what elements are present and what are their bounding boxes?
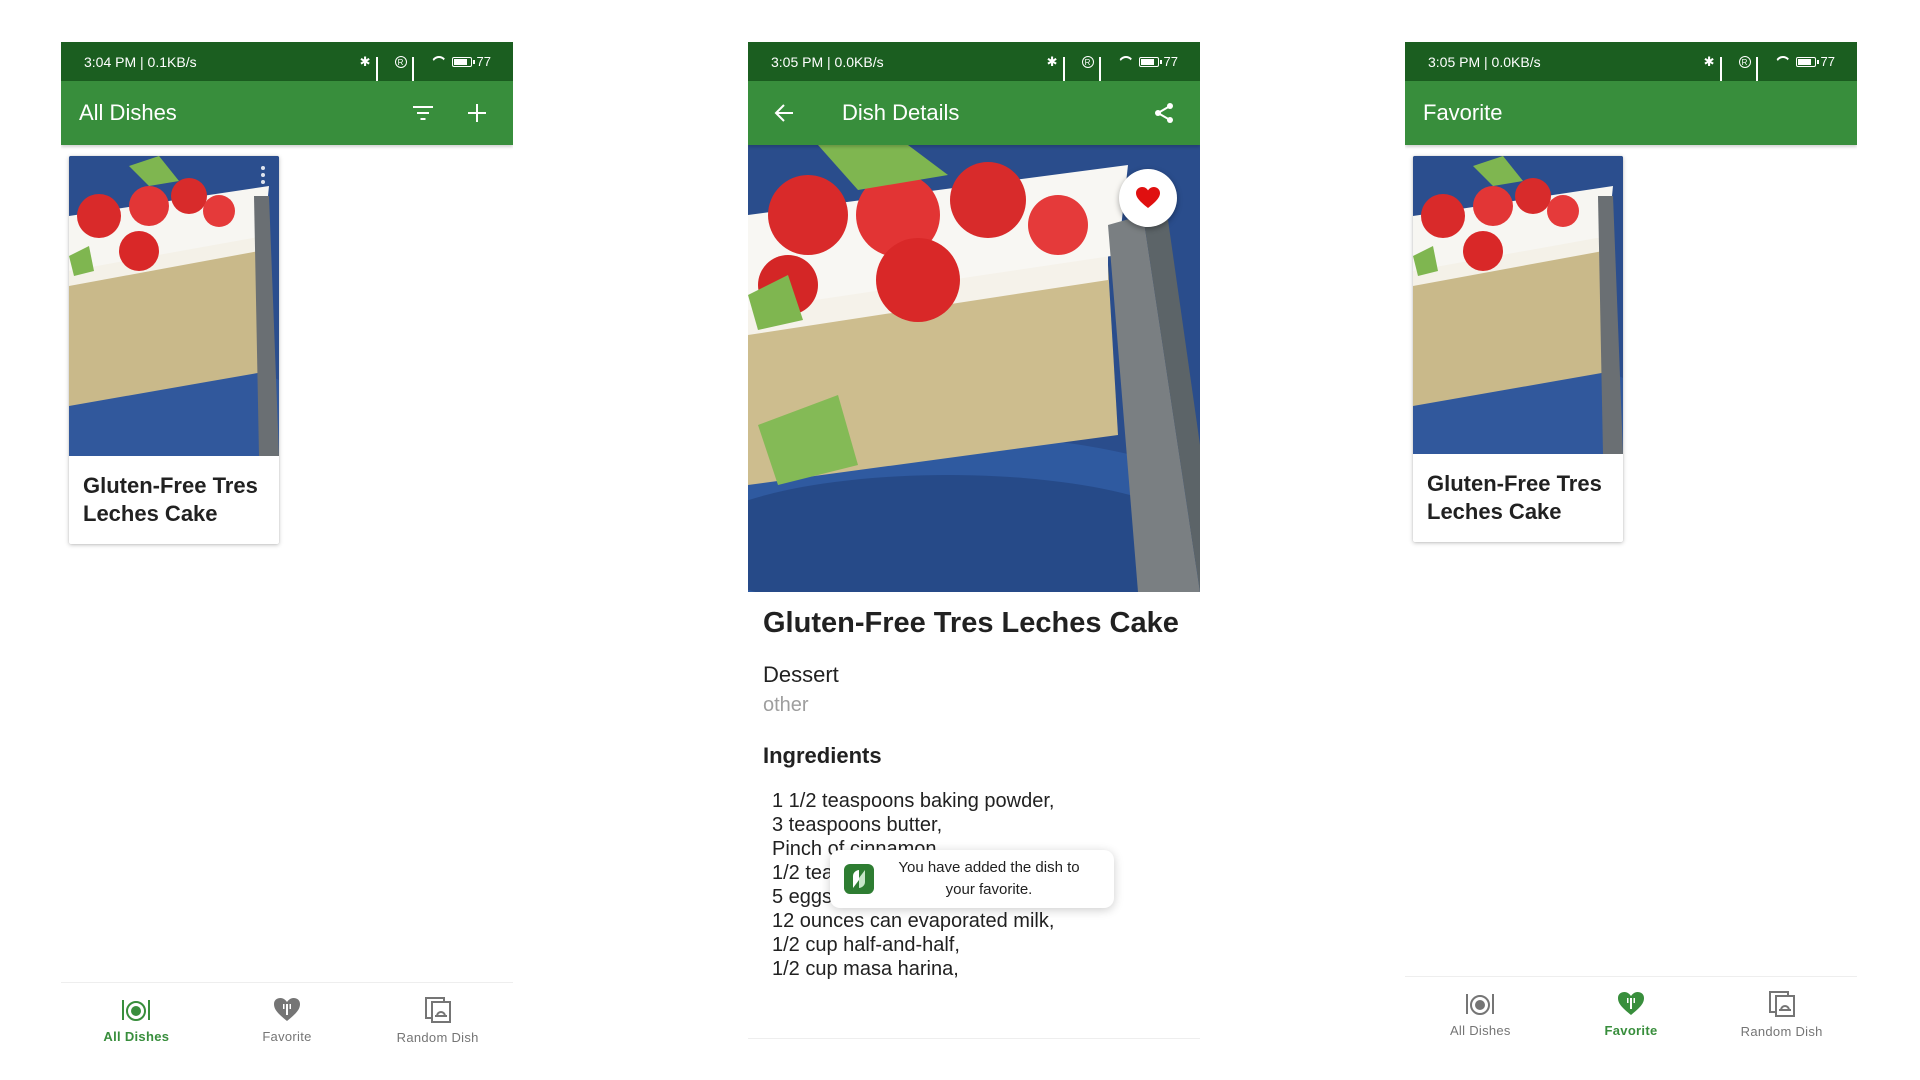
ingredient-line: 12 ounces can evaporated milk,	[772, 910, 1055, 932]
ingredient-line: 1 1/2 teaspoons baking powder,	[772, 790, 1055, 812]
battery-percent: 77	[1163, 54, 1178, 69]
screen-all-dishes: 3:04 PM | 0.1KB/s ✱ R 77 All Dishes Glut…	[61, 42, 513, 1047]
nav-favorite[interactable]: Favorite	[1556, 977, 1707, 1047]
app-bar: All Dishes	[61, 81, 513, 145]
battery-icon	[1138, 56, 1162, 67]
dish-plate-icon	[122, 999, 151, 1021]
ingredients-heading: Ingredients	[763, 743, 882, 768]
status-icons: ✱ R 77	[1046, 53, 1178, 82]
battery-icon	[451, 56, 475, 67]
status-time: 3:05 PM | 0.0KB/s	[1428, 53, 1541, 70]
dish-card-title: Gluten-Free Tres Leches Cake	[1427, 471, 1602, 524]
dish-card[interactable]: Gluten-Free Tres Leches Cake	[1413, 156, 1623, 542]
ingredient-line: 1/2 cup masa harina,	[772, 958, 959, 980]
wifi-icon	[1118, 56, 1134, 67]
signal-icon	[375, 56, 390, 82]
more-options-icon[interactable]	[261, 166, 265, 187]
nav-label-random-dish: Random Dish	[1740, 1023, 1823, 1039]
signal-icon	[411, 56, 426, 82]
nav-random-dish[interactable]: Random Dish	[1706, 977, 1857, 1047]
filter-icon[interactable]	[405, 95, 441, 131]
bluetooth-icon: ✱	[1703, 53, 1715, 69]
roaming-icon: R	[1081, 55, 1094, 68]
app-logo-icon	[844, 864, 874, 894]
status-icons: ✱ R 77	[1703, 53, 1835, 82]
ingredient-line: 3 teaspoons butter,	[772, 814, 943, 836]
dish-image	[1413, 156, 1623, 454]
dish-card[interactable]: Gluten-Free Tres Leches Cake	[69, 156, 279, 544]
nav-all-dishes[interactable]: All Dishes	[1405, 977, 1556, 1047]
nav-all-dishes[interactable]: All Dishes	[61, 983, 212, 1047]
bottom-navigation: All Dishes Favorite Random Dish	[1405, 976, 1857, 1047]
nav-label-all-dishes: All Dishes	[1449, 1022, 1511, 1038]
app-bar: Favorite	[1405, 81, 1857, 145]
nav-favorite[interactable]: Favorite	[212, 983, 363, 1047]
dish-category: other	[763, 694, 809, 716]
wifi-icon	[431, 56, 447, 67]
favorite-heart-icon	[1618, 991, 1644, 1015]
toast-line-1: You have added the dish to	[898, 859, 1080, 876]
page-title: Dish Details	[842, 100, 960, 125]
status-bar: 3:04 PM | 0.1KB/s ✱ R 77	[61, 42, 513, 82]
nav-random-dish[interactable]: Random Dish	[362, 983, 513, 1047]
signal-icon	[1719, 56, 1734, 82]
status-time: 3:04 PM | 0.1KB/s	[84, 53, 197, 70]
nav-label-favorite: Favorite	[262, 1028, 312, 1044]
favorite-heart-icon	[274, 997, 300, 1021]
status-bar: 3:05 PM | 0.0KB/s ✱ R 77	[1405, 42, 1857, 82]
bluetooth-icon: ✱	[359, 53, 371, 69]
dish-title: Gluten-Free Tres Leches Cake	[763, 607, 1179, 639]
nav-label-all-dishes: All Dishes	[103, 1028, 170, 1044]
share-icon[interactable]	[1146, 95, 1182, 131]
signal-icon	[1098, 56, 1113, 82]
battery-percent: 77	[1820, 54, 1835, 69]
roaming-icon: R	[1738, 55, 1751, 68]
signal-icon	[1755, 56, 1770, 82]
dish-type: Dessert	[763, 662, 839, 687]
battery-percent: 77	[476, 54, 491, 69]
battery-icon	[1795, 56, 1819, 67]
status-bar: 3:05 PM | 0.0KB/s ✱ R 77	[748, 42, 1200, 82]
toast-line-2: your favorite.	[945, 881, 1033, 898]
status-time: 3:05 PM | 0.0KB/s	[771, 53, 884, 70]
dish-card-title: Gluten-Free Tres Leches Cake	[83, 473, 258, 526]
bottom-navigation: All Dishes Favorite Random Dish	[61, 982, 513, 1047]
dish-image	[748, 145, 1200, 592]
heart-filled-icon	[1136, 187, 1160, 208]
bluetooth-icon: ✱	[1046, 53, 1058, 69]
ingredient-line: 1/2 cup half-and-half,	[772, 934, 960, 956]
back-arrow-icon[interactable]	[766, 95, 802, 131]
bottom-divider	[748, 1038, 1200, 1039]
status-icons: ✱ R 77	[359, 53, 491, 82]
random-dish-icon	[1768, 990, 1795, 1017]
toast-text: You have added the dish to your favorite…	[874, 857, 1104, 901]
app-bar: Dish Details	[748, 81, 1200, 145]
dish-image	[69, 156, 279, 456]
roaming-icon: R	[394, 55, 407, 68]
toast-message: You have added the dish to your favorite…	[830, 850, 1114, 908]
favorite-toggle-button[interactable]	[1119, 169, 1177, 227]
page-title: Favorite	[1423, 100, 1503, 125]
nav-label-favorite: Favorite	[1604, 1022, 1658, 1038]
add-icon[interactable]	[459, 95, 495, 131]
dish-plate-icon	[1466, 993, 1495, 1015]
nav-label-random-dish: Random Dish	[396, 1029, 479, 1045]
signal-icon	[1062, 56, 1077, 82]
dish-details-body: Gluten-Free Tres Leches Cake Dessert oth…	[763, 607, 1185, 981]
page-title: All Dishes	[79, 100, 177, 125]
wifi-icon	[1775, 56, 1791, 67]
screen-dish-details: 3:05 PM | 0.0KB/s ✱ R 77 Dish Details Gl…	[748, 42, 1200, 1047]
screen-favorite: 3:05 PM | 0.0KB/s ✱ R 77 Favorite Gluten…	[1405, 42, 1857, 1047]
random-dish-icon	[424, 996, 451, 1023]
